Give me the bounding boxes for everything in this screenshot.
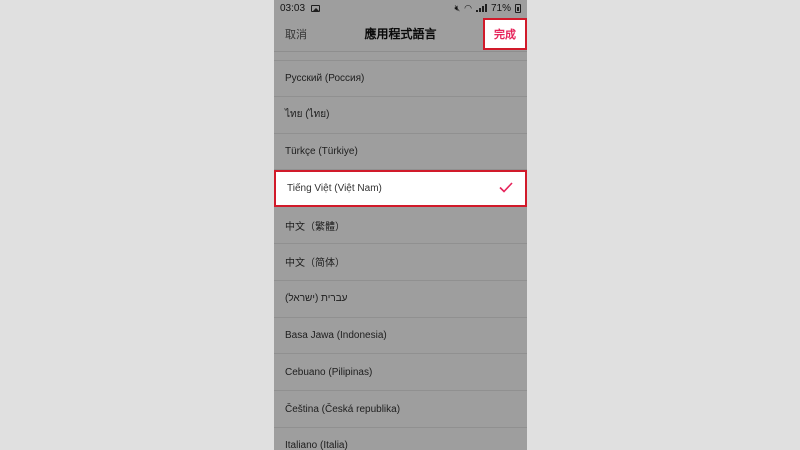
phone-screen: 03:03 🔇︎ ◠ 71% 取消 應用程式語言 完成 Русский (Рос… bbox=[274, 0, 527, 450]
signal-icon bbox=[475, 4, 487, 12]
language-label: עברית (ישראל) bbox=[285, 293, 348, 305]
status-bar: 03:03 🔇︎ ◠ 71% bbox=[274, 0, 527, 16]
language-label: Čeština (Česká republika) bbox=[285, 403, 401, 415]
mute-icon: 🔇︎ bbox=[454, 2, 461, 13]
check-icon bbox=[499, 182, 513, 196]
language-label: Русский (Россия) bbox=[285, 72, 365, 84]
language-item[interactable]: Cebuano (Pilipinas) bbox=[274, 354, 527, 392]
language-item[interactable]: 中文（简体） bbox=[274, 243, 527, 281]
language-label: Türkçe (Türkiye) bbox=[285, 145, 358, 157]
language-item[interactable]: Čeština (Česká republika) bbox=[274, 391, 527, 428]
language-item[interactable]: Italiano (Italia) bbox=[274, 427, 527, 450]
language-item[interactable]: עברית (ישראל) bbox=[274, 280, 527, 318]
language-label: 中文（繁體） bbox=[285, 221, 345, 233]
language-label: Basa Jawa (Indonesia) bbox=[285, 329, 387, 341]
gallery-notification-icon bbox=[311, 4, 321, 12]
language-item-selected[interactable]: Tiếng Việt (Việt Nam) bbox=[274, 170, 527, 208]
language-item[interactable]: Русский (Россия) bbox=[274, 60, 527, 97]
battery-icon bbox=[515, 3, 521, 13]
wifi-icon: ◠ bbox=[464, 2, 472, 13]
language-item[interactable]: Türkçe (Türkiye) bbox=[274, 133, 527, 171]
language-item[interactable]: ไทย (ไทย) bbox=[274, 96, 527, 134]
language-label: 中文（简体） bbox=[285, 258, 345, 270]
language-label: ไทย (ไทย) bbox=[285, 109, 330, 121]
language-list: Русский (Россия) ไทย (ไทย) Türkçe (Türki… bbox=[274, 60, 527, 450]
battery-percent: 71% bbox=[490, 2, 511, 14]
language-label: Italiano (Italia) bbox=[285, 440, 348, 450]
done-button[interactable]: 完成 bbox=[483, 18, 527, 50]
language-label: Tiếng Việt (Việt Nam) bbox=[287, 183, 382, 195]
language-label: Cebuano (Pilipinas) bbox=[285, 366, 373, 378]
status-time: 03:03 bbox=[280, 2, 306, 14]
language-item[interactable]: 中文（繁體） bbox=[274, 207, 527, 244]
language-item[interactable]: Basa Jawa (Indonesia) bbox=[274, 317, 527, 355]
cancel-button[interactable]: 取消 bbox=[285, 26, 307, 42]
header-bar: 取消 應用程式語言 完成 bbox=[274, 16, 527, 52]
